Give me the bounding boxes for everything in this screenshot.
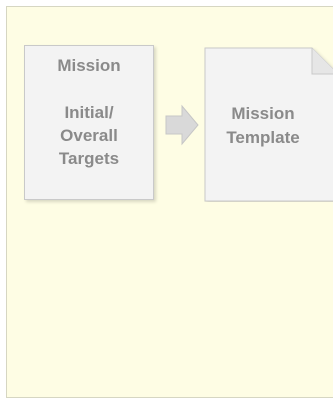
mission-targets-box: Mission Initial/ Overall Targets (24, 45, 154, 200)
mission-box-body: Initial/ Overall Targets (58, 103, 120, 168)
mission-template-label: Mission Template (226, 104, 300, 147)
mission-box-title: Mission (57, 56, 121, 75)
mission-template-document: Mission Template (204, 47, 333, 202)
diagram-panel: Mission Initial/ Overall Targets Mission… (6, 6, 333, 398)
right-arrow-icon (165, 104, 199, 146)
